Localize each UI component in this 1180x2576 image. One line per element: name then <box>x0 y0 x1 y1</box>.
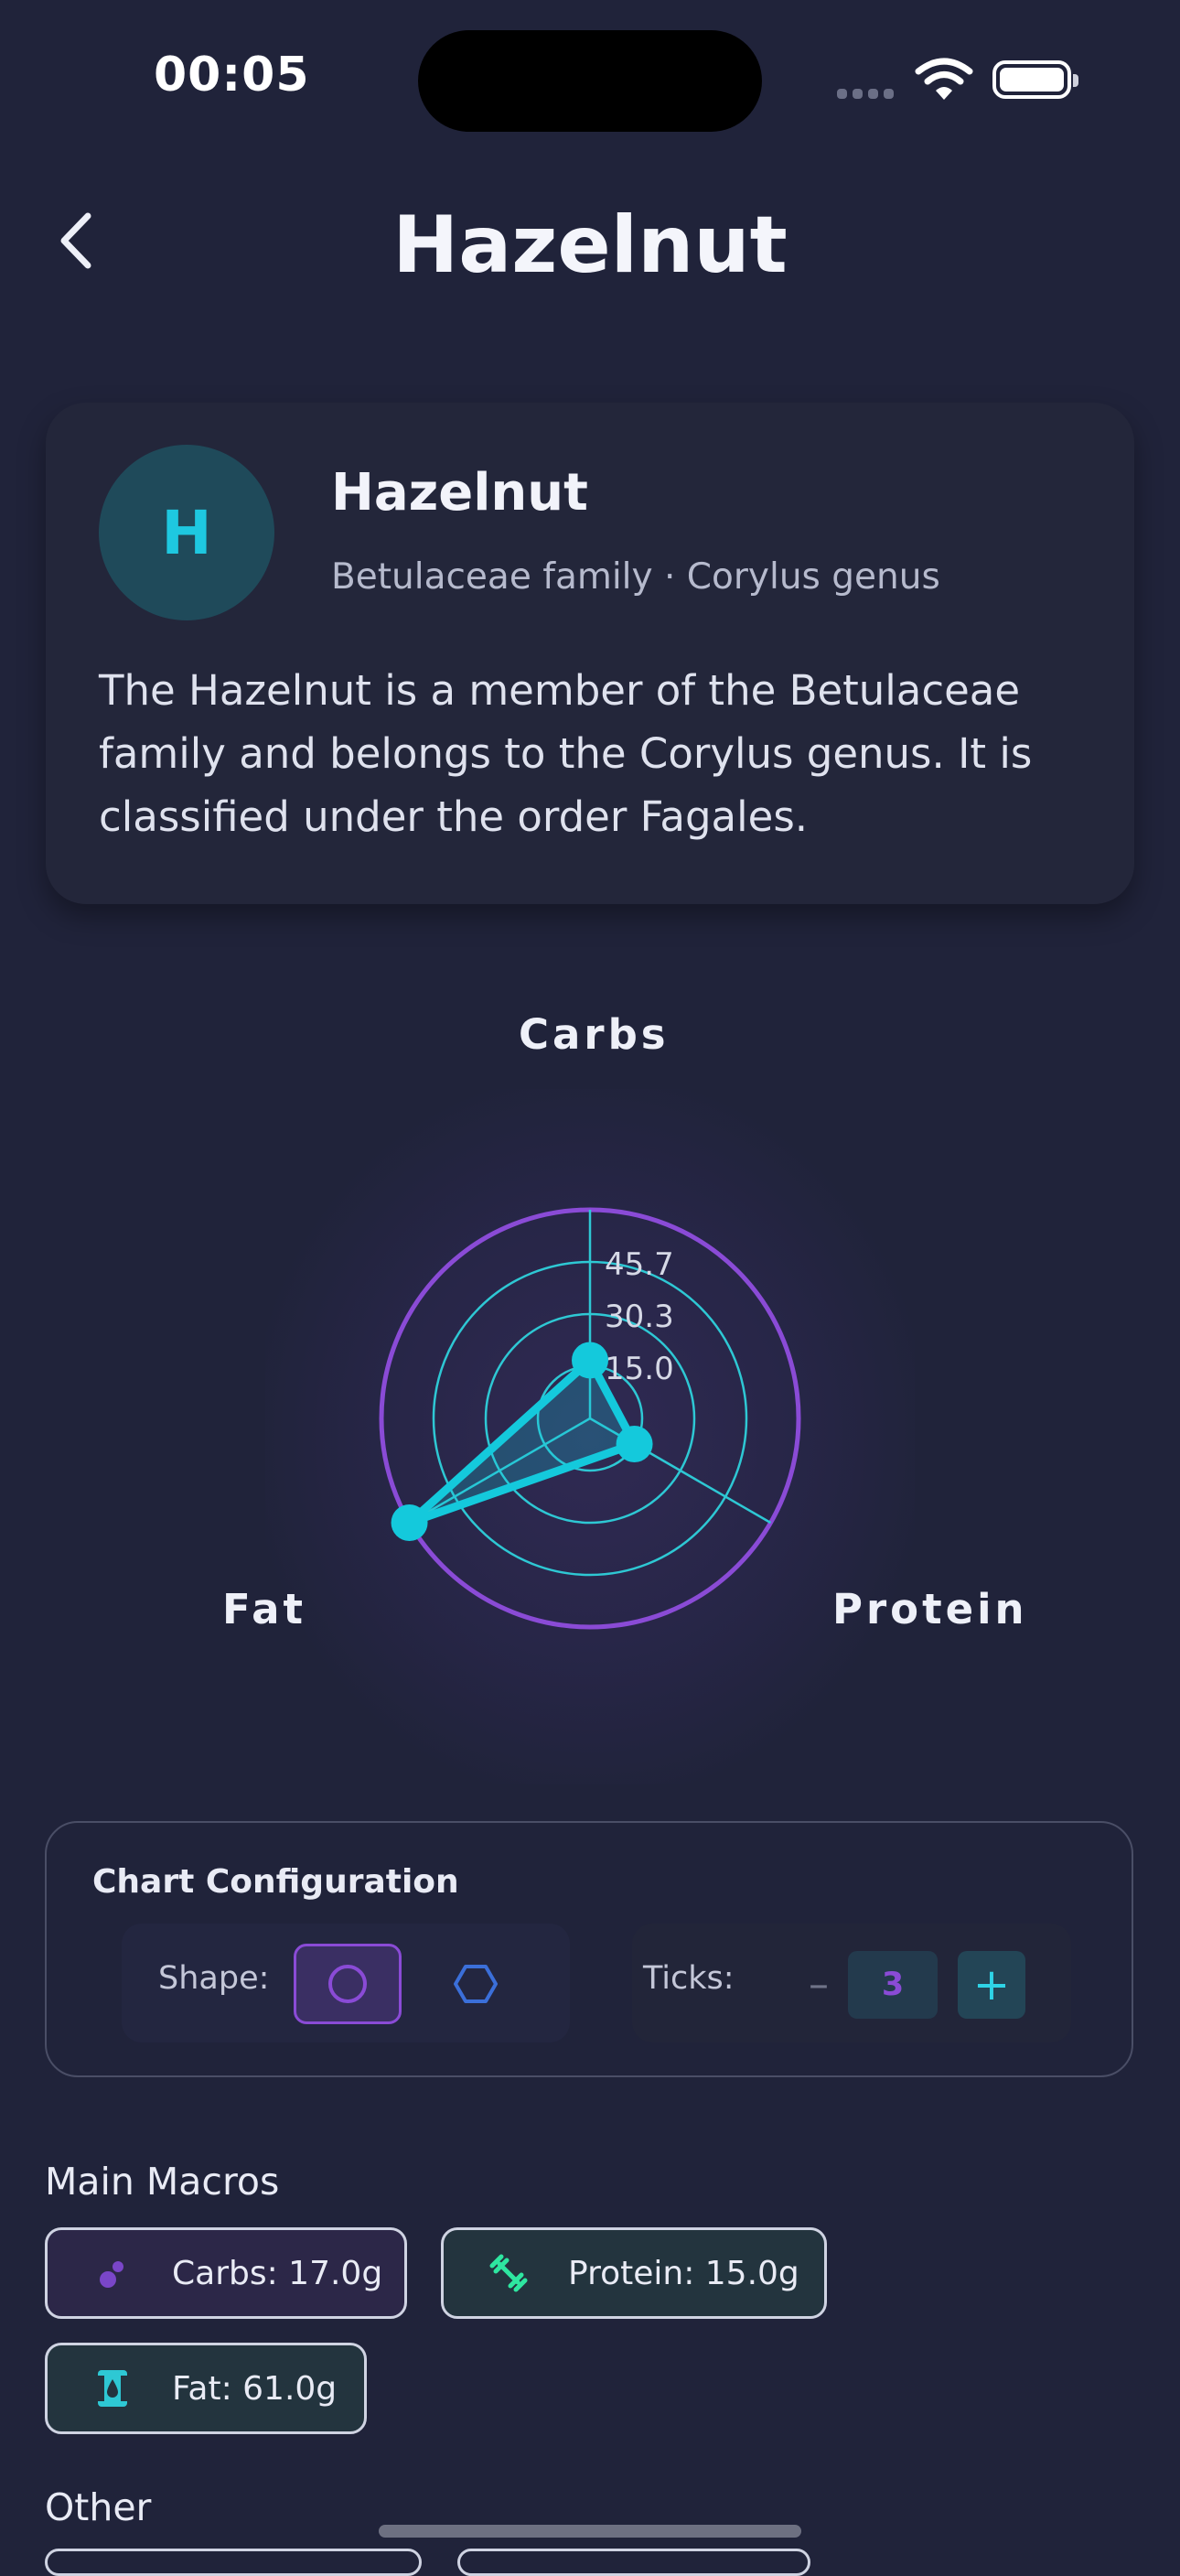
avatar: H <box>99 445 274 620</box>
status-bar: 00:05 <box>0 0 1180 165</box>
ticks-decrement-button[interactable]: – <box>789 1951 848 2017</box>
dynamic-island <box>418 30 762 132</box>
radar-point-fat <box>391 1504 428 1541</box>
item-taxonomy: Betulaceae family · Corylus genus <box>331 556 940 598</box>
macro-chip-label: Carbs: 17.0g <box>172 2254 383 2292</box>
main-macros-title: Main Macros <box>45 2160 280 2204</box>
radar-chart: Carbs Protein Fat 15.0 30.3 45.7 <box>0 988 1180 1784</box>
signal-icon <box>837 85 899 102</box>
ticks-value: 3 <box>848 1951 938 2019</box>
hexagon-icon <box>454 1965 498 2003</box>
other-chip[interactable] <box>457 2549 810 2576</box>
circle-icon <box>328 1965 367 2003</box>
shape-hexagon-button[interactable] <box>422 1944 530 2024</box>
ticks-label: Ticks: <box>643 1960 735 1997</box>
macro-chip-protein[interactable]: Protein: 15.0g <box>441 2227 827 2319</box>
oil-drop-icon <box>80 2368 145 2409</box>
atom-icon <box>80 2255 145 2291</box>
config-title: Chart Configuration <box>92 1863 459 1901</box>
radar-point-protein <box>616 1426 653 1463</box>
radar-tick-label: 45.7 <box>605 1246 674 1283</box>
shape-circle-button[interactable] <box>294 1944 402 2024</box>
ticks-increment-button[interactable]: + <box>958 1951 1025 2019</box>
radar-tick-label: 15.0 <box>605 1351 674 1387</box>
macro-chip-carbs[interactable]: Carbs: 17.0g <box>45 2227 407 2319</box>
macro-chip-label: Fat: 61.0g <box>172 2369 338 2408</box>
item-description: The Hazelnut is a member of the Betulace… <box>99 666 1033 841</box>
radar-point-carbs <box>572 1342 608 1379</box>
other-chip[interactable] <box>45 2549 422 2576</box>
radar-tick-label: 30.3 <box>605 1299 674 1335</box>
info-card: H Hazelnut Betulaceae family · Corylus g… <box>46 403 1134 904</box>
battery-icon <box>992 60 1078 99</box>
item-name: Hazelnut <box>331 463 588 523</box>
wifi-icon <box>915 57 973 106</box>
macro-chip-fat[interactable]: Fat: 61.0g <box>45 2343 367 2434</box>
shape-label: Shape: <box>158 1960 270 1997</box>
radar-svg: 15.0 30.3 45.7 <box>379 1207 801 1630</box>
page-title: Hazelnut <box>392 199 788 291</box>
chart-configuration-panel: Chart Configuration Shape: Ticks: – 3 + <box>45 1821 1133 2077</box>
dumbbell-icon <box>477 2251 541 2295</box>
status-time: 00:05 <box>154 48 310 102</box>
macro-chip-label: Protein: 15.0g <box>568 2254 799 2292</box>
home-indicator <box>379 2525 801 2538</box>
other-title: Other <box>45 2485 152 2529</box>
